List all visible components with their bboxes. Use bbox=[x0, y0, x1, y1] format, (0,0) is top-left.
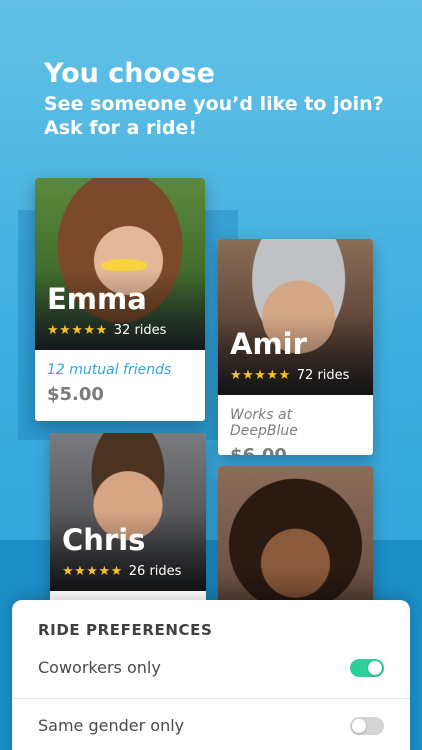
ride-count: 72 rides bbox=[296, 368, 350, 383]
toggle-knob bbox=[352, 718, 366, 733]
ride-count: 32 rides bbox=[113, 323, 167, 338]
driver-info: Works at DeepBlue $6.00 bbox=[218, 395, 373, 455]
pref-label: Same gender only bbox=[38, 716, 185, 735]
ride-count: 26 rides bbox=[128, 564, 182, 579]
driver-photo: Amir ★★★★★ 72 rides bbox=[218, 239, 373, 395]
pref-row-coworkers[interactable]: Coworkers only bbox=[38, 658, 384, 677]
driver-rating: ★★★★★ 32 rides bbox=[47, 323, 166, 338]
driver-rating: ★★★★★ 26 rides bbox=[62, 564, 181, 579]
star-rating-icon: ★★★★★ bbox=[47, 323, 108, 338]
pref-label: Coworkers only bbox=[38, 658, 161, 677]
mutual-friends: 12 mutual friends bbox=[47, 362, 172, 378]
driver-rating: ★★★★★ 72 rides bbox=[230, 368, 349, 383]
driver-name: Amir bbox=[230, 327, 307, 361]
driver-info: 12 mutual friends $5.00 bbox=[35, 350, 205, 405]
ride-price: $6.00 bbox=[230, 445, 361, 455]
screen: You choose See someone you’d like to joi… bbox=[0, 0, 422, 750]
driver-name: Emma bbox=[47, 282, 147, 316]
same-gender-toggle[interactable] bbox=[350, 716, 384, 735]
section-title: RIDE PREFERENCES bbox=[38, 621, 213, 639]
mustache-prop bbox=[101, 259, 147, 271]
star-rating-icon: ★★★★★ bbox=[62, 564, 123, 579]
driver-photo: Chris ★★★★★ 26 rides bbox=[50, 433, 206, 591]
toggle-knob bbox=[368, 660, 382, 675]
page-title: You choose bbox=[44, 58, 215, 89]
driver-card-emma[interactable]: Emma ★★★★★ 32 rides 12 mutual friends $5… bbox=[35, 178, 205, 421]
star-rating-icon: ★★★★★ bbox=[230, 368, 291, 383]
coworkers-toggle[interactable] bbox=[350, 658, 384, 677]
driver-name: Chris bbox=[62, 523, 146, 557]
driver-photo: Emma ★★★★★ 32 rides bbox=[35, 178, 205, 350]
driver-card-amir[interactable]: Amir ★★★★★ 72 rides Works at DeepBlue $6… bbox=[218, 239, 373, 455]
workplace: Works at DeepBlue bbox=[230, 407, 298, 439]
ride-price: $5.00 bbox=[47, 384, 104, 405]
pref-row-same-gender[interactable]: Same gender only bbox=[38, 716, 384, 735]
ride-preferences-sheet: RIDE PREFERENCES Coworkers only Same gen… bbox=[12, 600, 410, 750]
driver-name: Sasha bbox=[230, 614, 328, 646]
page-subtitle: See someone you’d like to join? Ask for … bbox=[44, 93, 384, 139]
divider bbox=[12, 698, 410, 699]
